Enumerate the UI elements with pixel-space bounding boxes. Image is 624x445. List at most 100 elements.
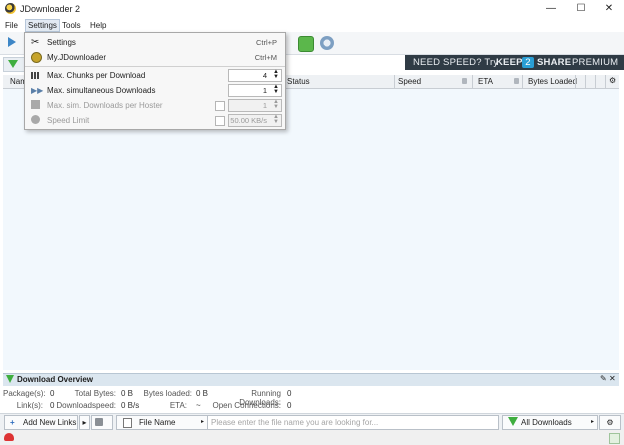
- menu-help[interactable]: Help: [90, 21, 106, 30]
- column-separator: [595, 75, 596, 88]
- speed-limit-value: 50.00 KB/s: [230, 116, 267, 125]
- max-per-hoster-label: Max. sim. Downloads per Hoster: [47, 101, 163, 110]
- eta-value: ~: [196, 401, 201, 410]
- chevron-right-icon: ▸: [590, 419, 594, 425]
- speed-limit-checkbox[interactable]: [215, 116, 225, 126]
- open-connections-value: 0: [287, 401, 292, 410]
- view-filter-select[interactable]: All Downloads ▸: [502, 415, 598, 430]
- max-per-hoster-value: 1: [262, 101, 267, 110]
- title-bar: [0, 0, 624, 18]
- add-links-menu-arrow[interactable]: ▸: [79, 415, 90, 430]
- column-separator: [575, 75, 576, 88]
- settings-shortcut: Ctrl+P: [255, 38, 277, 47]
- simultaneous-icon: ▶▶: [31, 86, 44, 95]
- resize-grip-icon[interactable]: [609, 433, 620, 444]
- menu-item-max-per-hoster[interactable]: Max. sim. Downloads per Hoster 1 ▲ ▼: [25, 98, 285, 113]
- column-separator: [394, 75, 395, 88]
- max-per-hoster-checkbox[interactable]: [215, 101, 225, 111]
- spinner-arrows-icon[interactable]: ▲ ▼: [273, 69, 279, 80]
- column-separator: [472, 75, 473, 88]
- lock-icon: [462, 78, 467, 84]
- max-chunks-spinner[interactable]: 4 ▲ ▼: [228, 69, 282, 82]
- download-arrow-icon: [8, 60, 18, 68]
- links-value: 0: [50, 401, 55, 410]
- column-speed[interactable]: Speed: [398, 77, 421, 86]
- column-status[interactable]: Status: [287, 77, 310, 86]
- spinner-arrows-icon[interactable]: ▲ ▼: [273, 84, 279, 95]
- start-downloads-icon[interactable]: [8, 37, 16, 47]
- minimize-button[interactable]: —: [536, 0, 566, 18]
- close-icon[interactable]: ✕: [609, 374, 616, 383]
- cloud-icon[interactable]: [4, 433, 14, 441]
- download-arrow-icon: [6, 375, 14, 383]
- banner-brand: KEEP: [496, 57, 523, 68]
- menu-item-speed-limit[interactable]: Speed Limit 50.00 KB/s ▲ ▼: [25, 113, 285, 128]
- max-chunks-value: 4: [262, 71, 267, 80]
- speed-limit-label: Speed Limit: [47, 116, 90, 125]
- jdownloader-logo-icon: [5, 3, 16, 14]
- max-chunks-label: Max. Chunks per Download: [47, 71, 146, 80]
- clear-list-button[interactable]: [91, 415, 113, 430]
- total-bytes-label: Total Bytes:: [74, 389, 116, 398]
- window-title: JDownloader 2: [20, 4, 81, 14]
- speed-limit-spinner[interactable]: 50.00 KB/s ▲ ▼: [228, 114, 282, 127]
- banner-text: NEED SPEED? Try: [413, 57, 499, 68]
- overview-header: Download Overview ✎ ✕: [3, 373, 619, 386]
- max-per-hoster-spinner[interactable]: 1 ▲ ▼: [228, 99, 282, 112]
- column-settings-icon[interactable]: ⚙: [609, 76, 616, 85]
- myjdownloader-icon: [31, 52, 42, 63]
- tab-downloads[interactable]: [3, 57, 25, 72]
- overview-title: Download Overview: [17, 375, 94, 384]
- download-table[interactable]: [3, 89, 619, 370]
- menu-tools[interactable]: Tools: [62, 21, 81, 30]
- menu-file[interactable]: File: [5, 21, 18, 30]
- wrench-icon: ⚙: [606, 418, 614, 427]
- speedometer-icon: [31, 115, 40, 124]
- chevron-right-icon: ▸: [200, 419, 204, 425]
- menu-item-settings[interactable]: ✂ Settings Ctrl+P: [25, 35, 285, 50]
- quick-settings-button[interactable]: ⚙: [599, 415, 621, 430]
- bytes-loaded-label: Bytes loaded:: [143, 389, 192, 398]
- menu-item-max-chunks[interactable]: Max. Chunks per Download 4 ▲ ▼: [25, 68, 285, 83]
- settings-dropdown-menu: ✂ Settings Ctrl+P My.JDownloader Ctrl+M …: [24, 32, 286, 130]
- hoster-icon: [31, 100, 40, 109]
- open-connections-label: Open Connections:: [212, 401, 282, 410]
- search-column-select[interactable]: File Name ▸: [116, 415, 208, 430]
- view-filter-label: All Downloads: [521, 418, 572, 427]
- reconnect-icon[interactable]: [298, 36, 314, 52]
- column-separator: [585, 75, 586, 88]
- menu-settings[interactable]: Settings: [25, 19, 60, 32]
- search-column-label: File Name: [139, 418, 176, 427]
- download-arrow-icon: [508, 417, 518, 426]
- banner-tier: PREMIUM: [572, 57, 619, 68]
- update-icon[interactable]: [320, 36, 334, 50]
- maximize-button[interactable]: ☐: [566, 0, 596, 18]
- close-button[interactable]: ✕: [594, 0, 624, 18]
- menu-divider: [25, 66, 285, 67]
- add-new-links-button[interactable]: + Add New Links: [4, 415, 78, 430]
- downloadspeed-label: Downloadspeed:: [56, 401, 116, 410]
- plus-icon: +: [10, 418, 15, 427]
- column-bytes-loaded[interactable]: Bytes Loaded: [528, 77, 577, 86]
- menu-item-myjdownloader[interactable]: My.JDownloader Ctrl+M: [25, 50, 285, 65]
- banner-number: 2: [522, 57, 534, 68]
- banner-brand-2: SHARE: [537, 57, 572, 68]
- links-label: Link(s):: [16, 401, 43, 410]
- premium-banner[interactable]: NEED SPEED? Try KEEP 2 SHARE PREMIUM: [405, 55, 624, 70]
- search-input[interactable]: Please enter the file name you are looki…: [207, 415, 499, 430]
- bytes-loaded-value: 0 B: [196, 389, 209, 398]
- column-separator: [605, 75, 606, 88]
- add-new-links-label: Add New Links: [23, 418, 77, 427]
- myjdownloader-shortcut: Ctrl+M: [254, 53, 277, 62]
- spinner-arrows-icon[interactable]: ▲ ▼: [273, 114, 279, 125]
- packages-label: Package(s):: [3, 389, 46, 398]
- edit-icon[interactable]: ✎: [600, 374, 607, 383]
- column-eta[interactable]: ETA: [478, 77, 493, 86]
- spinner-arrows-icon[interactable]: ▲ ▼: [273, 99, 279, 110]
- max-simultaneous-spinner[interactable]: 1 ▲ ▼: [228, 84, 282, 97]
- eta-label: ETA:: [169, 401, 187, 410]
- column-separator: [522, 75, 523, 88]
- packages-value: 0: [50, 389, 55, 398]
- menu-item-max-simultaneous[interactable]: ▶▶ Max. simultaneous Downloads 1 ▲ ▼: [25, 83, 285, 98]
- settings-label: Settings: [47, 38, 76, 47]
